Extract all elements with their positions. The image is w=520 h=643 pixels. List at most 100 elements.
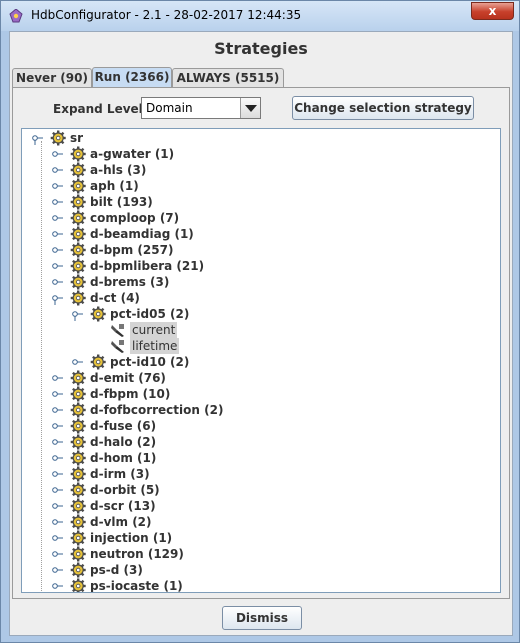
device-gear-icon — [70, 258, 86, 274]
tree-node[interactable]: ps-iocaste (1) — [22, 578, 492, 592]
attribute-icon — [110, 322, 126, 338]
tree-node[interactable]: d-brems (3) — [22, 274, 492, 290]
tree-leaf[interactable]: lifetime — [22, 338, 492, 354]
tree-node-label: d-fofbcorrection (2) — [90, 403, 224, 417]
expand-toggle-icon[interactable] — [52, 227, 63, 241]
tree-node[interactable]: d-fofbcorrection (2) — [22, 402, 492, 418]
expand-level-label: Expand Level: — [53, 102, 148, 116]
tree-node-label: d-beamdiag (1) — [90, 227, 194, 241]
expand-toggle-icon[interactable] — [52, 403, 63, 417]
close-button[interactable]: x — [471, 2, 514, 20]
tree-node[interactable]: d-fuse (6) — [22, 418, 492, 434]
strategy-tree[interactable]: sr a-gwater (1) a-hls (3) aph (1) bilt (193)… — [21, 128, 501, 593]
tree-node[interactable]: injection (1) — [22, 530, 492, 546]
tree-node-label: d-halo (2) — [90, 435, 157, 449]
expand-toggle-icon[interactable] — [52, 243, 63, 257]
expand-toggle-icon[interactable] — [52, 371, 63, 385]
expand-toggle-icon[interactable] — [52, 531, 63, 545]
tree-node-label: d-brems (3) — [90, 275, 170, 289]
tree-guide-line — [41, 141, 42, 591]
chevron-down-icon[interactable] — [240, 98, 260, 118]
tree-node[interactable]: a-gwater (1) — [22, 146, 492, 162]
expand-toggle-icon[interactable] — [52, 483, 63, 497]
tree-leaf[interactable]: current — [22, 322, 492, 338]
device-gear-icon — [70, 450, 86, 466]
expand-toggle-icon[interactable] — [52, 435, 63, 449]
expand-toggle-icon[interactable] — [52, 211, 63, 225]
expand-toggle-icon[interactable] — [52, 515, 63, 529]
tab-always[interactable]: ALWAYS (5515) — [172, 68, 284, 88]
tree-node[interactable]: d-bpmlibera (21) — [22, 258, 492, 274]
tree-node[interactable]: d-hom (1) — [22, 450, 492, 466]
tree-node-label: comploop (7) — [90, 211, 180, 225]
tree-node[interactable]: d-irm (3) — [22, 466, 492, 482]
expand-toggle-icon[interactable] — [52, 195, 63, 209]
dismiss-button[interactable]: Dismiss — [222, 606, 302, 630]
expand-toggle-icon[interactable] — [52, 579, 63, 592]
tree-node[interactable]: d-ct (4) — [22, 290, 492, 306]
device-gear-icon — [70, 402, 86, 418]
expand-toggle-icon[interactable] — [52, 419, 63, 433]
device-gear-icon — [70, 210, 86, 226]
tree-node-label: neutron (129) — [90, 547, 184, 561]
expand-toggle-icon[interactable] — [52, 275, 63, 289]
tree-node[interactable]: bilt (193) — [22, 194, 492, 210]
device-gear-icon — [70, 466, 86, 482]
tree-node[interactable]: comploop (7) — [22, 210, 492, 226]
expand-toggle-icon[interactable] — [52, 499, 63, 513]
device-gear-icon — [70, 194, 86, 210]
expand-toggle-icon[interactable] — [52, 467, 63, 481]
expand-toggle-icon[interactable] — [52, 179, 63, 193]
tree-node-label: d-fuse (6) — [90, 419, 157, 433]
tab-run[interactable]: Run (2366) — [92, 67, 172, 88]
device-gear-icon — [90, 354, 106, 370]
tree-node-label: d-bpm (257) — [90, 243, 174, 257]
tab-never[interactable]: Never (90) — [12, 68, 92, 88]
tree-node[interactable]: d-emit (76) — [22, 370, 492, 386]
tree-node[interactable]: d-orbit (5) — [22, 482, 492, 498]
tree-node[interactable]: d-halo (2) — [22, 434, 492, 450]
tree-node-label: aph (1) — [90, 179, 139, 193]
collapse-toggle-icon[interactable] — [52, 291, 63, 305]
expand-toggle-icon[interactable] — [72, 355, 83, 369]
expand-toggle-icon[interactable] — [52, 547, 63, 561]
device-gear-icon — [70, 386, 86, 402]
tree-root-node[interactable]: sr — [22, 130, 492, 146]
device-gear-icon — [70, 226, 86, 242]
tree-node-label: bilt (193) — [90, 195, 153, 209]
expand-level-value: Domain — [146, 101, 193, 115]
device-gear-icon — [70, 434, 86, 450]
tree-node-label: d-scr (13) — [90, 499, 156, 513]
expand-level-select[interactable]: Domain — [141, 97, 261, 119]
expand-toggle-icon[interactable] — [52, 163, 63, 177]
app-icon — [9, 9, 23, 23]
tree-node-label: d-vlm (2) — [90, 515, 152, 529]
tree-node[interactable]: pct-id10 (2) — [22, 354, 492, 370]
tree-node[interactable]: d-fbpm (10) — [22, 386, 492, 402]
collapse-toggle-icon[interactable] — [72, 307, 83, 321]
tree-node[interactable]: neutron (129) — [22, 546, 492, 562]
tree-node[interactable]: a-hls (3) — [22, 162, 492, 178]
page-title: Strategies — [214, 39, 308, 58]
tree-node[interactable]: pct-id05 (2) — [22, 306, 492, 322]
device-gear-icon — [70, 562, 86, 578]
tree-node[interactable]: aph (1) — [22, 178, 492, 194]
expand-toggle-icon[interactable] — [52, 387, 63, 401]
tree-node-label: d-hom (1) — [90, 451, 157, 465]
tree-node[interactable]: ps-d (3) — [22, 562, 492, 578]
device-gear-icon — [70, 370, 86, 386]
tree-node[interactable]: d-beamdiag (1) — [22, 226, 492, 242]
change-selection-strategy-button[interactable]: Change selection strategy — [292, 96, 474, 120]
device-gear-icon — [70, 530, 86, 546]
expand-toggle-icon[interactable] — [52, 451, 63, 465]
tree-node[interactable]: d-scr (13) — [22, 498, 492, 514]
tree-node[interactable]: d-bpm (257) — [22, 242, 492, 258]
expand-toggle-icon[interactable] — [52, 563, 63, 577]
title-bar[interactable]: HdbConfigurator - 2.1 - 28-02-2017 12:44… — [1, 1, 519, 31]
tree-node[interactable]: d-vlm (2) — [22, 514, 492, 530]
expand-toggle-icon[interactable] — [52, 147, 63, 161]
tree-node-label: lifetime — [130, 338, 180, 354]
device-gear-icon — [70, 178, 86, 194]
expand-toggle-icon[interactable] — [52, 259, 63, 273]
tree-node-label: d-bpmlibera (21) — [90, 259, 205, 273]
